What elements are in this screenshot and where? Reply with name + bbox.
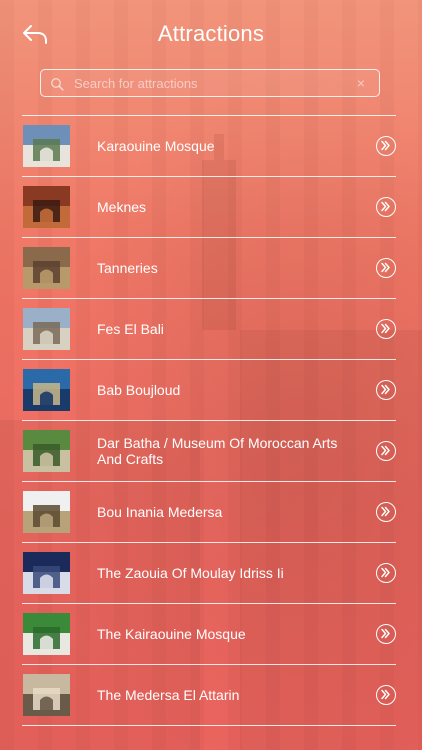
chevron-right-circle-icon[interactable]: [376, 441, 396, 461]
chevron-right-circle-icon[interactable]: [376, 258, 396, 278]
attractions-list: Karaouine Mosque Meknes Tanneries Fes El Ba…: [22, 115, 396, 726]
attraction-name: The Zaouia Of Moulay Idriss Ii: [97, 565, 284, 581]
list-item[interactable]: Karaouine Mosque: [22, 116, 396, 177]
attraction-thumbnail: [23, 552, 70, 594]
list-item[interactable]: Bab Boujloud: [22, 360, 396, 421]
attraction-thumbnail: [23, 613, 70, 655]
search-bar[interactable]: ×: [40, 69, 380, 97]
search-input[interactable]: [74, 70, 344, 96]
clear-icon[interactable]: ×: [355, 76, 367, 90]
chevron-right-circle-icon[interactable]: [376, 563, 396, 583]
chevron-right-circle-icon[interactable]: [376, 685, 396, 705]
chevron-right-circle-icon[interactable]: [376, 136, 396, 156]
chevron-right-circle-icon[interactable]: [376, 319, 396, 339]
list-item[interactable]: Tanneries: [22, 238, 396, 299]
attraction-thumbnail: [23, 674, 70, 716]
attraction-name: The Medersa El Attarin: [97, 687, 240, 703]
list-item[interactable]: Meknes: [22, 177, 396, 238]
attraction-thumbnail: [23, 430, 70, 472]
chevron-right-circle-icon[interactable]: [376, 380, 396, 400]
attraction-name: Bou Inania Medersa: [97, 504, 223, 520]
nav-bar: Attractions: [0, 0, 422, 66]
attraction-thumbnail: [23, 369, 70, 411]
attraction-thumbnail: [23, 125, 70, 167]
attraction-thumbnail: [23, 186, 70, 228]
attraction-thumbnail: [23, 491, 70, 533]
attraction-name: Dar Batha / Museum Of Moroccan Arts And …: [97, 435, 338, 467]
list-item[interactable]: Dar Batha / Museum Of Moroccan Arts And …: [22, 421, 396, 482]
attraction-thumbnail: [23, 247, 70, 289]
list-item[interactable]: The Medersa El Attarin: [22, 665, 396, 726]
chevron-right-circle-icon[interactable]: [376, 197, 396, 217]
attraction-name: Fes El Bali: [97, 321, 164, 337]
page-title: Attractions: [157, 21, 265, 46]
attraction-name: The Kairaouine Mosque: [97, 626, 246, 642]
chevron-right-circle-icon[interactable]: [376, 502, 396, 522]
attraction-name: Bab Boujloud: [97, 382, 181, 398]
attraction-thumbnail: [23, 308, 70, 350]
chevron-right-circle-icon[interactable]: [376, 624, 396, 644]
search-icon: [50, 77, 64, 91]
attraction-name: Karaouine Mosque: [97, 138, 215, 154]
list-item[interactable]: The Zaouia Of Moulay Idriss Ii: [22, 543, 396, 604]
attraction-name: Tanneries: [97, 260, 158, 276]
list-item[interactable]: Bou Inania Medersa: [22, 482, 396, 543]
list-item[interactable]: The Kairaouine Mosque: [22, 604, 396, 665]
list-item[interactable]: Fes El Bali: [22, 299, 396, 360]
attraction-name: Meknes: [97, 199, 147, 215]
